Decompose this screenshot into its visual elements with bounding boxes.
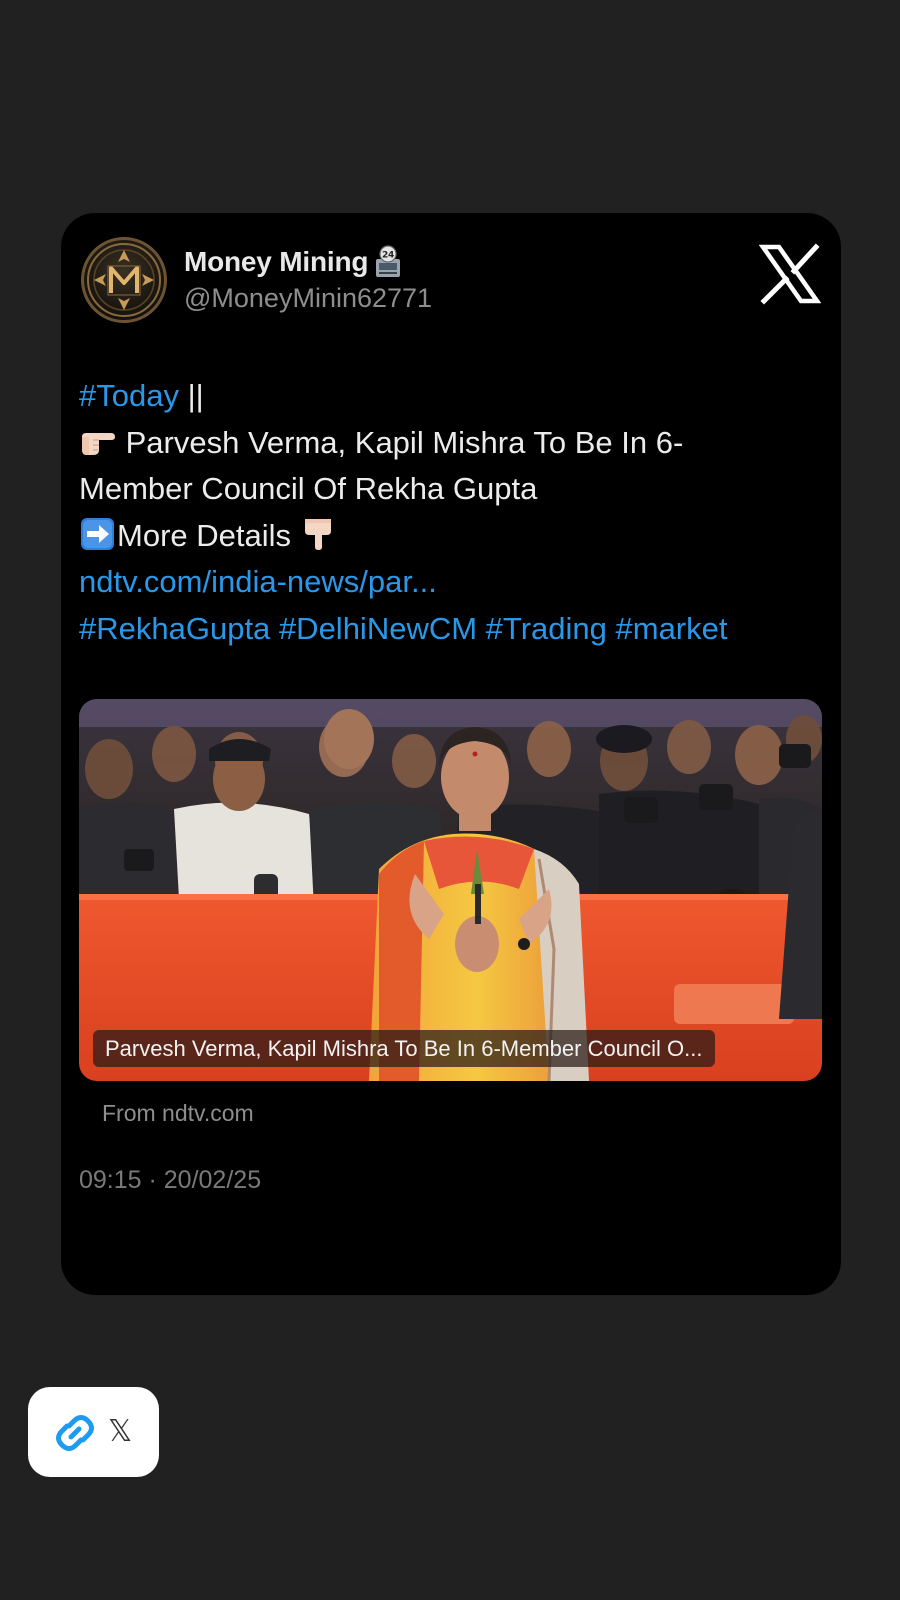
hashtag-delhinewcm[interactable]: #DelhiNewCM [279,611,477,646]
display-name-text: Money Mining [184,246,369,277]
backhand-index-pointing-down-emoji-icon [304,518,331,550]
tweet-line-link: ndtv.com/india-news/par... [79,559,824,606]
hashtag-rekhagupta[interactable]: #RekhaGupta [79,611,270,646]
headline-line-1: Parvesh Verma, Kapil Mishra To Be In 6- [117,424,684,460]
separator-text: || [178,378,204,413]
money-mining-logo-icon [87,243,161,317]
hashtag-today[interactable]: #Today [79,378,179,413]
preview-title: Parvesh Verma, Kapil Mishra To Be In 6-M… [93,1030,715,1067]
hashtag-market[interactable]: #market [616,611,728,646]
x-logo-icon[interactable] [759,243,821,305]
tweet-timestamp[interactable]: 09:15 · 20/02/25 [79,1166,261,1195]
tweet-line-hashtag: #Today || [79,373,824,420]
story-canvas: Money Mining 24 @MoneyMinin62771 #Today … [0,0,900,1600]
tweet-line-headline-1: Parvesh Verma, Kapil Mishra To Be In 6- [79,420,824,467]
tweet-text: #Today || Parvesh Verma, Kapil Mishra To… [79,373,824,652]
tweet-line-hashtags: #RekhaGupta #DelhiNewCM #Trading #market [79,606,824,653]
backhand-index-pointing-right-emoji-icon [82,432,115,455]
tweet-line-headline-2: Member Council Of Rekha Gupta [79,466,824,513]
24-hour-atm-emoji-icon: 24 [376,245,401,277]
link-icon [56,1415,94,1451]
news-photo [79,699,822,1081]
headline-line-2: Member Council Of Rekha Gupta [79,471,538,506]
tweet-header: Money Mining 24 @MoneyMinin62771 [81,237,821,327]
preview-source: From ndtv.com [102,1100,254,1126]
right-arrow-emoji-icon [81,517,114,550]
svg-text:24: 24 [382,251,394,261]
more-details-text: More Details [117,517,300,553]
avatar[interactable] [81,237,167,323]
share-link-chip[interactable]: 𝕏 [28,1387,159,1477]
link-preview-card[interactable]: Parvesh Verma, Kapil Mishra To Be In 6-M… [79,699,822,1081]
tweet-card[interactable]: Money Mining 24 @MoneyMinin62771 #Today … [61,213,841,1295]
user-handle[interactable]: @MoneyMinin62771 [184,283,432,314]
article-link[interactable]: ndtv.com/india-news/par... [79,564,437,599]
tweet-line-more-details: More Details [79,513,824,560]
hashtag-trading[interactable]: #Trading [486,611,607,646]
x-mark-label: 𝕏 [108,1414,133,1449]
display-name[interactable]: Money Mining 24 [184,245,406,279]
